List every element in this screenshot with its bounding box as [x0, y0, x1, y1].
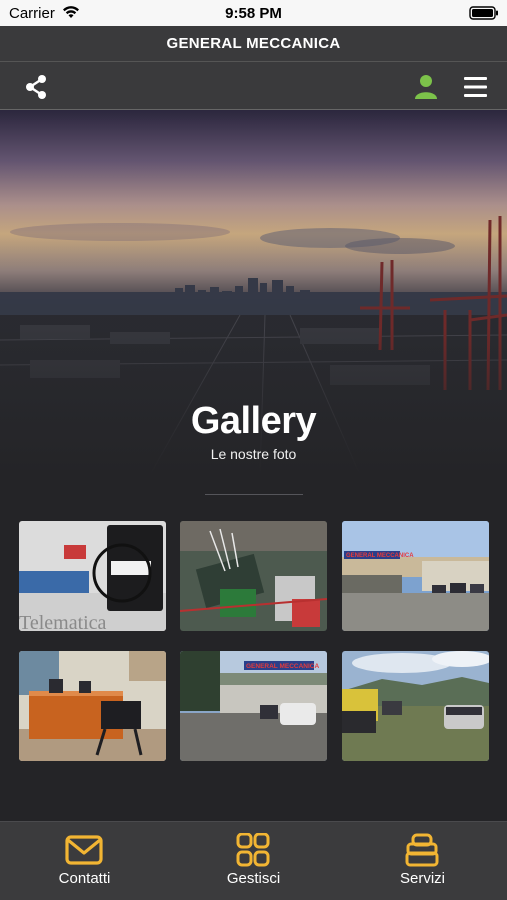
tab-contatti[interactable]: Contatti — [0, 822, 169, 900]
section-divider — [205, 494, 303, 495]
workshop-sign: GENERAL MECCANICA — [346, 553, 414, 559]
workshop-sign: GENERAL MECCANICA — [246, 663, 319, 670]
share-icon[interactable] — [22, 73, 50, 101]
gallery-photo[interactable] — [180, 521, 327, 631]
tab-label: Gestisci — [226, 870, 281, 887]
photo-workshop-yard: GENERAL MECCANICA — [180, 651, 327, 761]
photo-telematics-device: Telematica — [19, 521, 166, 631]
grid-icon — [236, 833, 270, 867]
gallery-photo[interactable]: Telematica — [19, 521, 166, 631]
photo-workshop-exterior: GENERAL MECCANICA — [342, 521, 489, 631]
gallery-photo[interactable]: GENERAL MECCANICA — [342, 521, 489, 631]
app-screen: Carrier 9:58 PM GENERAL MECCANICA Galler… — [0, 0, 507, 900]
envelope-icon — [65, 835, 103, 865]
status-bar: Carrier 9:58 PM — [0, 0, 507, 26]
tab-label: Servizi — [399, 870, 445, 887]
gallery-photo[interactable] — [342, 651, 489, 761]
user-icon[interactable] — [412, 73, 440, 101]
gallery-photo[interactable]: GENERAL MECCANICA — [180, 651, 327, 761]
tab-servizi[interactable]: Servizi — [338, 822, 507, 900]
page-subtitle: Le nostre foto — [210, 446, 297, 462]
battery-icon — [469, 6, 498, 20]
app-header: GENERAL MECCANICA — [0, 26, 507, 62]
photo-caption: Telematica — [19, 612, 107, 631]
photo-electronics-bench — [180, 521, 327, 631]
page-title: Gallery — [190, 400, 317, 442]
gallery-hero-banner: Gallery Le nostre foto — [0, 110, 507, 475]
tab-label: Contatti — [58, 870, 111, 887]
hamburger-menu-icon[interactable] — [462, 75, 490, 99]
gallery-photo[interactable] — [19, 651, 166, 761]
bottom-tab-bar: Contatti Gestisci Servizi — [0, 821, 507, 900]
photo-office-reception — [19, 651, 166, 761]
app-title: GENERAL MECCANICA — [166, 35, 341, 52]
toolbar — [0, 62, 507, 110]
photo-parking-lot — [342, 651, 489, 761]
stack-icon — [405, 833, 439, 867]
tab-gestisci[interactable]: Gestisci — [169, 822, 338, 900]
clock-label: 9:58 PM — [225, 5, 282, 22]
